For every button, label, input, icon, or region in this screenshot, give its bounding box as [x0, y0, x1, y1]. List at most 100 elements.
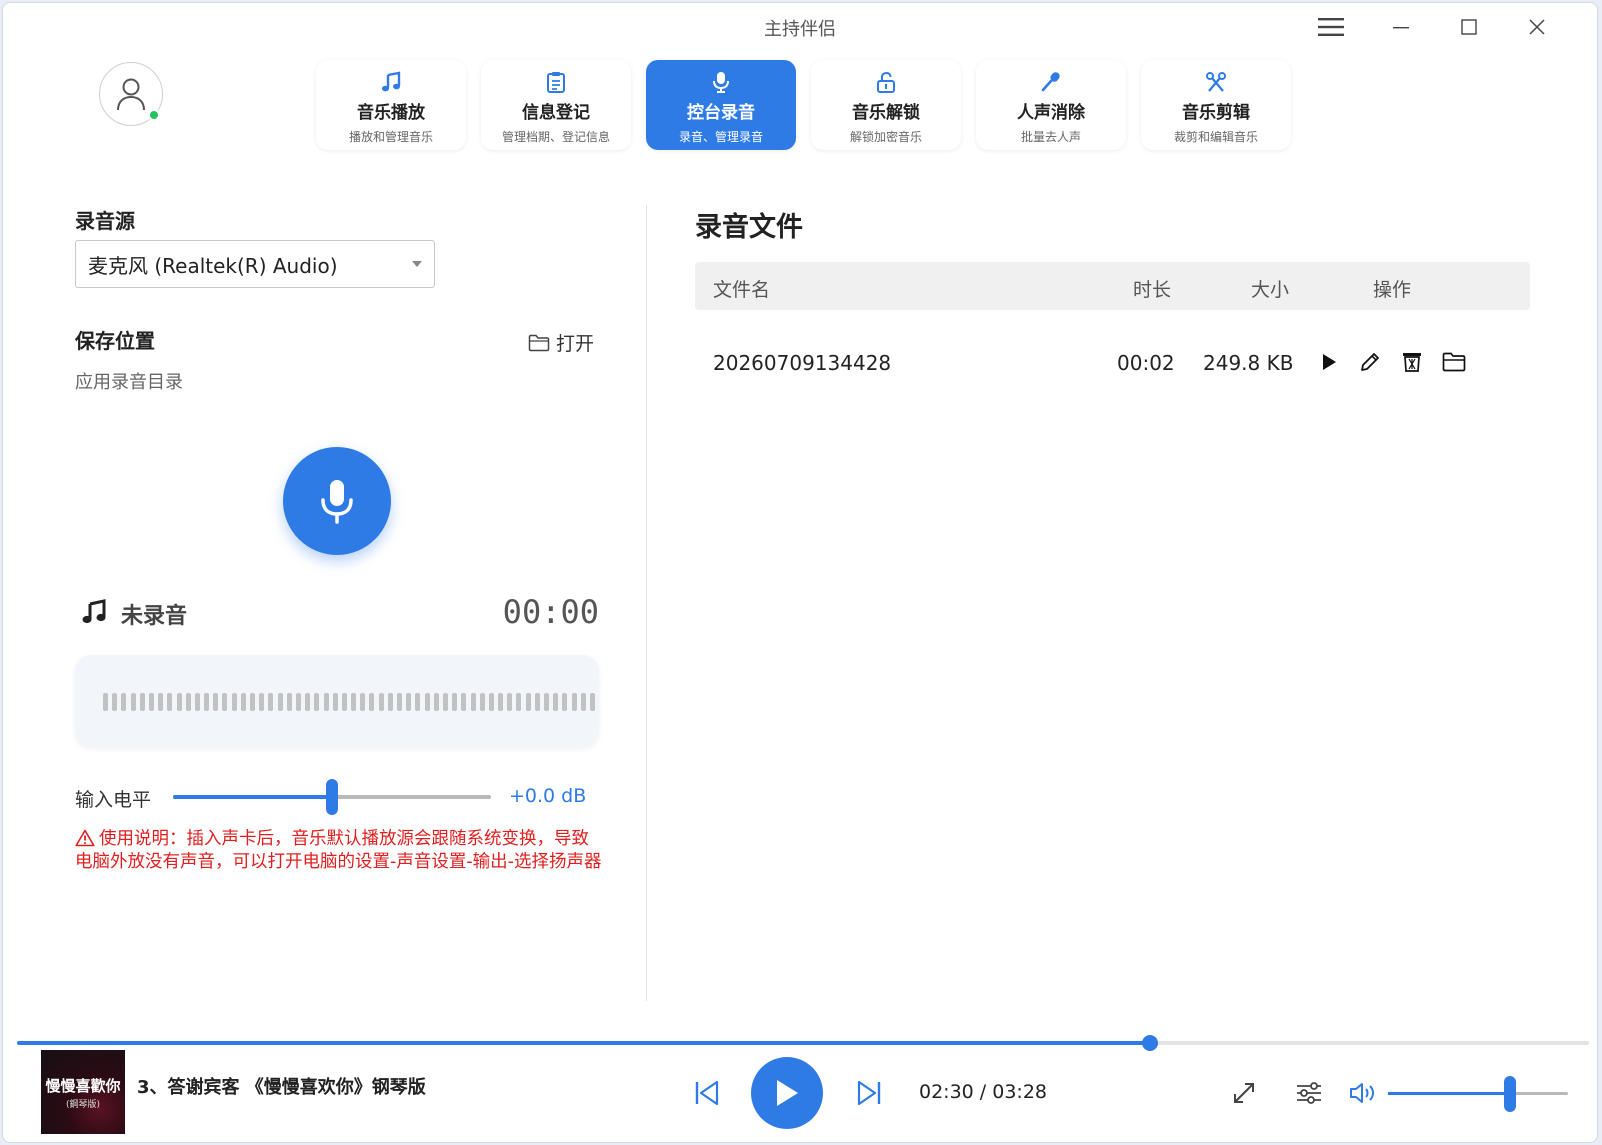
record-button[interactable]: [283, 447, 391, 555]
file-size: 249.8 KB: [1203, 351, 1294, 375]
microphone-icon: [713, 72, 729, 93]
waveform-bar: [498, 693, 504, 711]
minimize-icon: [1393, 27, 1409, 29]
waveform-bar: [295, 693, 301, 711]
playback-progress-knob[interactable]: [1142, 1035, 1158, 1051]
playback-progress-bar[interactable]: [17, 1035, 1589, 1051]
waveform-bar: [204, 693, 210, 711]
fullscreen-button[interactable]: [1228, 1077, 1260, 1109]
waveform-bar: [194, 693, 200, 711]
caret-down-icon: [412, 261, 422, 267]
tab-music-edit[interactable]: 音乐剪辑 裁剪和编辑音乐: [1141, 60, 1291, 150]
waveform-bar: [213, 693, 219, 711]
now-playing-title: 3、答谢宾客 《慢慢喜欢你》钢琴版: [137, 1077, 426, 1098]
tab-vocal-removal[interactable]: 人声消除 批量去人声: [976, 60, 1126, 150]
waveform-bar: [544, 693, 549, 711]
album-cover-title: 慢慢喜歡你: [45, 1076, 121, 1095]
play-file-button[interactable]: [1315, 348, 1343, 376]
waveform-bar: [341, 693, 347, 711]
title-bar: 主持伴侣: [3, 3, 1597, 51]
minimize-button[interactable]: [1373, 9, 1429, 45]
equalizer-button[interactable]: [1293, 1077, 1325, 1109]
table-row[interactable]: 20260709134428 00:02 249.8 KB: [695, 338, 1530, 386]
playback-time: 02:30 / 03:28: [919, 1081, 1047, 1103]
waveform-bar: [424, 693, 430, 711]
microphone-icon: [321, 480, 353, 524]
waveform-bars: [103, 693, 599, 711]
open-folder-button[interactable]: 打开: [528, 329, 594, 356]
open-file-location-button[interactable]: [1440, 348, 1468, 376]
save-location-label: 保存位置: [75, 329, 155, 353]
tab-music-play[interactable]: 音乐播放 播放和管理音乐: [316, 60, 466, 150]
waveform-bar: [121, 693, 127, 711]
recording-timer: 00:00: [502, 593, 599, 631]
tab-sublabel: 录音、管理录音: [678, 130, 763, 144]
user-icon: [117, 78, 145, 111]
waveform-bar: [305, 693, 311, 711]
source-select-value: 麦克风 (Realtek(R) Audio): [88, 254, 338, 278]
waveform-bar: [259, 693, 265, 711]
tab-music-unlock[interactable]: 音乐解锁 解锁加密音乐: [811, 60, 961, 150]
tab-info-register[interactable]: 信息登记 管理档期、登记信息: [481, 60, 631, 150]
volume-button[interactable]: [1347, 1077, 1379, 1109]
folder-icon: [528, 334, 550, 351]
clipboard-icon: [547, 72, 565, 93]
volume-slider[interactable]: [1388, 1076, 1568, 1112]
waveform-bar: [378, 693, 384, 711]
source-label: 录音源: [75, 209, 135, 233]
maximize-icon: [1461, 19, 1477, 35]
input-level-thumb[interactable]: [326, 779, 338, 815]
waveform-bar: [397, 693, 402, 711]
tab-console-recording[interactable]: 控台录音 录音、管理录音: [646, 60, 796, 150]
menu-button[interactable]: [1303, 9, 1359, 45]
input-level-row: 输入电平 +0.0 dB: [75, 779, 615, 815]
rename-file-button[interactable]: [1356, 348, 1384, 376]
column-header-size: 大小: [1251, 279, 1290, 301]
files-table-header: 文件名 时长 大小 操作: [695, 262, 1530, 310]
input-level-value: +0.0 dB: [509, 785, 587, 807]
waveform-bar: [323, 693, 329, 711]
waveform-bar: [488, 693, 494, 711]
recording-files-title: 录音文件: [695, 212, 803, 243]
volume-thumb[interactable]: [1504, 1076, 1516, 1112]
sliders-icon: [1297, 1082, 1321, 1104]
waveform-bar: [268, 693, 274, 711]
panel-divider: [646, 205, 647, 1001]
waveform-bar: [148, 693, 154, 711]
tab-label: 音乐播放: [357, 103, 425, 123]
recording-status: 未录音: [121, 604, 188, 629]
source-select[interactable]: 麦克风 (Realtek(R) Audio): [75, 240, 435, 288]
next-track-button[interactable]: [853, 1077, 885, 1109]
waveform-bar: [470, 693, 476, 711]
previous-track-button[interactable]: [691, 1077, 723, 1109]
waveform-bar: [534, 693, 540, 711]
waveform-bar: [167, 693, 173, 711]
waveform-bar: [351, 693, 357, 711]
waveform-bar: [571, 693, 577, 711]
close-button[interactable]: [1509, 9, 1565, 45]
waveform-bar: [231, 693, 237, 711]
waveform-bar: [139, 693, 145, 711]
playback-progress-fill: [17, 1041, 1150, 1045]
waveform-bar: [158, 693, 164, 711]
maximize-button[interactable]: [1441, 9, 1497, 45]
waveform-bar: [580, 693, 586, 711]
column-header-name: 文件名: [713, 279, 771, 301]
tab-label: 控台录音: [687, 103, 755, 123]
waveform-bar: [176, 693, 182, 711]
user-avatar[interactable]: [99, 62, 163, 126]
input-level-slider[interactable]: [173, 779, 491, 815]
skip-next-icon: [857, 1080, 881, 1106]
pencil-icon: [1361, 353, 1379, 371]
usage-warning-text: 使用说明：插入声卡后，音乐默认播放源会跟随系统变换，导致电脑外放没有声音，可以打…: [75, 829, 602, 872]
volume-icon: [1350, 1083, 1374, 1103]
music-note-icon: [382, 71, 401, 92]
waveform-bar: [314, 693, 320, 711]
play-button[interactable]: [751, 1057, 823, 1129]
warning-triangle-icon: [75, 829, 95, 847]
waveform-bar: [525, 693, 531, 711]
waveform-bar: [222, 693, 228, 711]
delete-file-button[interactable]: [1398, 348, 1426, 376]
tab-sublabel: 管理档期、登记信息: [501, 130, 610, 144]
tab-sublabel: 播放和管理音乐: [348, 130, 433, 144]
